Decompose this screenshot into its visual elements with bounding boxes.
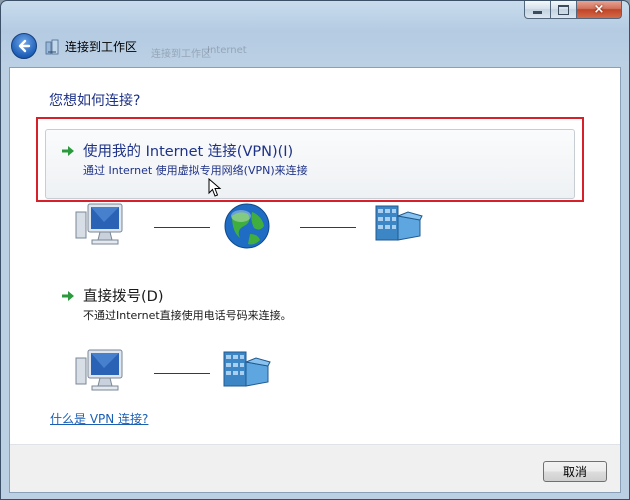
- background-title-ghost: ⠀: [319, 7, 327, 18]
- vpn-diagram: [74, 202, 424, 252]
- close-button[interactable]: ×: [577, 1, 622, 19]
- globe-icon: [224, 203, 270, 249]
- back-arrow-icon: [18, 39, 31, 53]
- option-dial-up[interactable]: 直接拨号(D) 不通过Internet直接使用电话号码来连接。: [45, 282, 575, 322]
- connection-line-3: [154, 373, 210, 374]
- caption-buttons: ×: [524, 1, 622, 19]
- option-dial-up-description: 不通过Internet直接使用电话号码来连接。: [83, 309, 292, 322]
- content-pane: 您想如何连接? 使用我的 Internet 连接(VPN)(I) 通过 Inte…: [9, 67, 621, 493]
- vpn-help-link[interactable]: 什么是 VPN 连接?: [50, 410, 148, 427]
- maximize-icon: [558, 4, 569, 15]
- office-building-icon: [375, 205, 423, 241]
- close-icon: ×: [593, 2, 605, 17]
- footer-bar: 取消: [10, 445, 620, 492]
- minimize-icon: [533, 11, 542, 14]
- connection-line-1: [154, 227, 210, 228]
- green-arrow-icon: [62, 291, 74, 301]
- minimize-button[interactable]: [524, 1, 551, 19]
- green-arrow-icon: [62, 146, 74, 156]
- connection-line-2: [300, 227, 356, 228]
- window-title: 连接到工作区: [65, 40, 138, 54]
- page-heading: 您想如何连接?: [49, 93, 141, 109]
- computer-icon: [75, 203, 123, 245]
- option-vpn-description: 通过 Internet 使用虚拟专用网络(VPN)来连接: [83, 164, 308, 177]
- back-button[interactable]: [11, 33, 37, 59]
- option-vpn[interactable]: 使用我的 Internet 连接(VPN)(I) 通过 Internet 使用虚…: [36, 117, 584, 202]
- background-text-ghost-1: 连接到工作区: [151, 49, 211, 60]
- network-icon: [45, 39, 59, 54]
- option-dial-up-title: 直接拨号(D): [83, 289, 164, 305]
- maximize-button[interactable]: [551, 1, 577, 19]
- office-building-icon: [223, 351, 271, 387]
- cancel-button[interactable]: 取消: [543, 461, 607, 482]
- dialog-window: ⠀ 连接到工作区 Internet × 连接到工作区 您想如何连接? 使用我的 …: [0, 0, 630, 500]
- title-row: 连接到工作区: [45, 38, 137, 55]
- background-text-ghost-2: Internet: [207, 45, 247, 56]
- computer-icon: [75, 349, 123, 391]
- option-vpn-title: 使用我的 Internet 连接(VPN)(I): [83, 144, 294, 160]
- dial-up-diagram: [74, 348, 294, 398]
